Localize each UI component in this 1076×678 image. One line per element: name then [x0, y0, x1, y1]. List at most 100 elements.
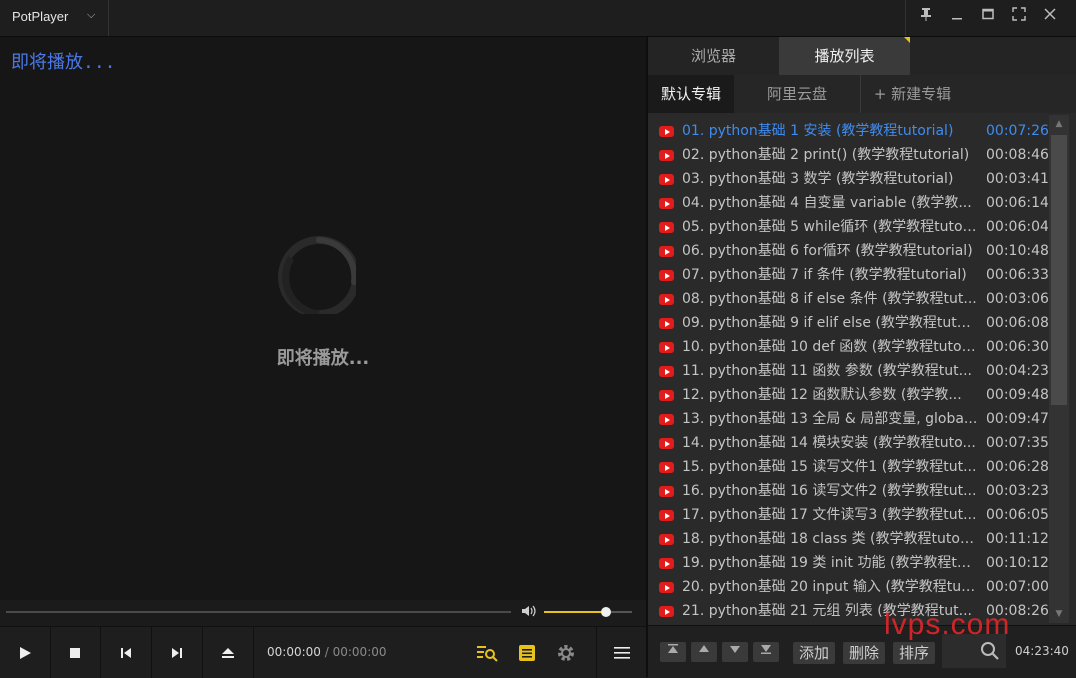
close-button[interactable]	[1037, 6, 1063, 28]
volume-slider-handle[interactable]	[600, 607, 611, 617]
playlist-item-duration: 00:07:26	[986, 123, 1048, 139]
youtube-icon	[659, 150, 674, 161]
playlist-item-title: 02. python基础 2 print() (教学教程tutorial)	[682, 147, 970, 163]
playlist-item-duration: 00:06:05	[986, 507, 1048, 523]
playlist-item-duration: 00:03:23	[986, 483, 1048, 499]
playlist-item[interactable]: 17. python基础 17 文件读写3 (教学教程tut... 00:06:0…	[648, 503, 1048, 527]
loading-spinner-icon	[278, 236, 356, 314]
playlist-item-duration: 00:07:35	[986, 435, 1048, 451]
tab-browser[interactable]: 浏览器	[648, 37, 779, 75]
playlist-search-icon	[477, 646, 498, 662]
stop-button[interactable]	[50, 627, 101, 678]
panel-tabs: 浏览器 播放列表	[648, 37, 1076, 75]
playlist-item[interactable]: 16. python基础 16 读写文件2 (教学教程tut... 00:03:2…	[648, 479, 1048, 503]
app-name[interactable]: PotPlayer	[12, 9, 68, 24]
title-separator	[905, 0, 906, 36]
previous-button[interactable]	[101, 627, 152, 678]
youtube-icon	[659, 534, 674, 545]
youtube-icon	[659, 414, 674, 425]
playlist-item[interactable]: 10. python基础 10 def 函数 (教学教程tutor... 00:0…	[648, 335, 1048, 359]
tab-playlist[interactable]: 播放列表	[779, 37, 910, 75]
playlist-item-duration: 00:03:06	[986, 291, 1048, 307]
move-to-top-button[interactable]	[660, 642, 686, 662]
playlist-scrollbar[interactable]: ▲ ▼	[1049, 115, 1069, 623]
maximize-button[interactable]	[975, 6, 1001, 28]
playlist-item-title: 20. python基础 20 input 输入 (教学教程tut...	[682, 579, 979, 595]
playlist-item[interactable]: 05. python基础 5 while循环 (教学教程tutor... 00:0…	[648, 215, 1048, 239]
subtab-default-album[interactable]: 默认专辑	[648, 75, 734, 113]
move-down-button[interactable]	[722, 642, 748, 662]
subtab-aliyun-drive[interactable]: 阿里云盘	[734, 75, 860, 113]
playlist-item[interactable]: 08. python基础 8 if else 条件 (教学教程tut... 00:…	[648, 287, 1048, 311]
playlist-item[interactable]: 15. python基础 15 读写文件1 (教学教程tut... 00:06:2…	[648, 455, 1048, 479]
album-tabs: 默认专辑 阿里云盘 + 新建专辑	[648, 75, 1076, 113]
osd-status-text: 即将播放...	[11, 52, 116, 73]
stop-icon	[70, 647, 80, 658]
playlist-item[interactable]: 02. python基础 2 print() (教学教程tutorial) 00:…	[648, 143, 1048, 167]
playlist-item[interactable]: 06. python基础 6 for循环 (教学教程tutorial) 00:10…	[648, 239, 1048, 263]
playlist-item[interactable]: 14. python基础 14 模块安装 (教学教程tuto... 00:07:3…	[648, 431, 1048, 455]
playlist-search-button[interactable]	[474, 640, 500, 666]
move-top-icon	[668, 644, 678, 653]
scroll-up-icon[interactable]: ▲	[1049, 115, 1069, 133]
youtube-icon	[659, 294, 674, 305]
playlist-item-duration: 00:09:47	[986, 411, 1048, 427]
playlist-item-title: 17. python基础 17 文件读写3 (教学教程tut...	[682, 507, 977, 523]
watermark-text: lvps.com	[884, 608, 1011, 641]
pin-icon	[921, 8, 931, 21]
video-area[interactable]: 即将播放... 即将播放...	[0, 37, 646, 600]
new-album-button[interactable]: + 新建专辑	[861, 75, 964, 113]
playlist-toggle-button[interactable]	[514, 640, 540, 666]
playlist-item-title: 03. python基础 3 数学 (教学教程tutorial)	[682, 171, 954, 187]
move-to-bottom-button[interactable]	[753, 642, 779, 662]
youtube-icon	[659, 246, 674, 257]
next-button[interactable]	[152, 627, 203, 678]
minimize-button[interactable]	[944, 6, 970, 28]
playlist-item[interactable]: 19. python基础 19 类 init 功能 (教学教程tut... 00:…	[648, 551, 1048, 575]
playlist-item[interactable]: 11. python基础 11 函数 参数 (教学教程tut... 00:04:2…	[648, 359, 1048, 383]
sort-button[interactable]: 排序	[893, 642, 936, 664]
youtube-icon	[659, 486, 674, 497]
playlist-total-duration: 04:23:40	[1015, 644, 1069, 658]
scrollbar-thumb[interactable]	[1051, 135, 1067, 405]
play-button[interactable]	[0, 627, 51, 678]
close-icon	[1044, 8, 1056, 20]
playlist-item[interactable]: 09. python基础 9 if elif else (教学教程tutori.…	[648, 311, 1048, 335]
playlist-item-title: 12. python基础 12 函数默认参数 (教学教...	[682, 387, 962, 403]
previous-icon	[121, 647, 131, 658]
playlist-item-title: 13. python基础 13 全局 & 局部变量, globa...	[682, 411, 978, 427]
scroll-down-icon[interactable]: ▼	[1049, 605, 1069, 623]
playlist-item-duration: 00:03:41	[986, 171, 1048, 187]
playlist-item-title: 08. python基础 8 if else 条件 (教学教程tut...	[682, 291, 977, 307]
seek-bar[interactable]	[6, 611, 511, 613]
delete-button[interactable]: 删除	[843, 642, 886, 664]
open-file-button[interactable]	[203, 627, 254, 678]
add-button[interactable]: 添加	[793, 642, 836, 664]
playlist-item[interactable]: 20. python基础 20 input 输入 (教学教程tut... 00:0…	[648, 575, 1048, 599]
playlist-item[interactable]: 04. python基础 4 自变量 variable (教学教... 00:06…	[648, 191, 1048, 215]
seek-row	[0, 600, 646, 626]
volume-icon[interactable]	[521, 604, 537, 622]
playlist-item[interactable]: 12. python基础 12 函数默认参数 (教学教... 00:09:48	[648, 383, 1048, 407]
playlist-item[interactable]: 03. python基础 3 数学 (教学教程tutorial) 00:03:41	[648, 167, 1048, 191]
playlist-item-duration: 00:10:12	[986, 555, 1048, 571]
playlist-item[interactable]: 01. python基础 1 安装 (教学教程tutorial) 00:07:26	[648, 119, 1048, 143]
settings-button[interactable]	[553, 640, 579, 666]
move-up-button[interactable]	[691, 642, 717, 662]
fullscreen-button[interactable]	[1006, 6, 1032, 28]
youtube-icon	[659, 462, 674, 473]
pin-button[interactable]	[913, 6, 939, 28]
playlist-item[interactable]: 07. python基础 7 if 条件 (教学教程tutorial) 00:06…	[648, 263, 1048, 287]
playlist-item[interactable]: 13. python基础 13 全局 & 局部变量, globa... 00:09…	[648, 407, 1048, 431]
playlist-item-title: 09. python基础 9 if elif else (教学教程tutori.…	[682, 315, 979, 331]
playlist-item[interactable]: 18. python基础 18 class 类 (教学教程tutori... 00…	[648, 527, 1048, 551]
playlist-toolbar: 添加 删除 排序 04:23:40 lvps.com	[648, 608, 1076, 678]
volume-slider-fill	[544, 611, 606, 613]
playlist-item-duration: 00:06:04	[986, 219, 1048, 235]
title-separator	[108, 0, 109, 36]
app-menu-chevron-icon[interactable]: ⌵	[87, 8, 95, 22]
volume-slider[interactable]	[544, 607, 632, 617]
main-menu-button[interactable]	[596, 627, 647, 678]
playlist-item-duration: 00:11:12	[986, 531, 1048, 547]
time-separator: /	[324, 645, 329, 659]
